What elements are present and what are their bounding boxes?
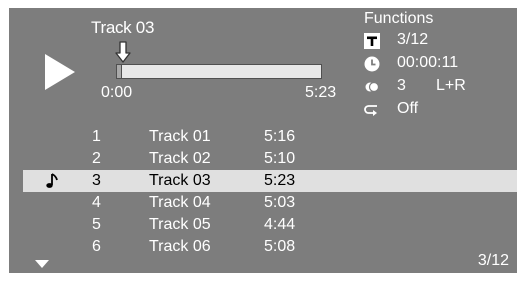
track-duration: 5:08 bbox=[264, 238, 296, 255]
audio-channel-value: L+R bbox=[436, 77, 466, 94]
functions-heading: Functions bbox=[364, 10, 434, 27]
track-number: 1 bbox=[92, 128, 101, 145]
track-number-icon bbox=[364, 33, 380, 49]
track-row[interactable]: 4 Track 04 5:03 bbox=[9, 192, 517, 214]
track-name: Track 03 bbox=[149, 172, 211, 189]
player-screen: Track 03 0:00 5:23 Functions 3/12 00:00:… bbox=[9, 8, 517, 273]
track-duration: 5:03 bbox=[264, 194, 296, 211]
track-row[interactable]: 5 Track 05 4:44 bbox=[9, 214, 517, 236]
track-number: 4 bbox=[92, 194, 101, 211]
time-value: 00:00:11 bbox=[397, 54, 459, 71]
track-row[interactable]: 3 Track 03 5:23 bbox=[23, 170, 517, 192]
track-row[interactable]: 6 Track 06 5:08 bbox=[9, 236, 517, 258]
track-number: 6 bbox=[92, 238, 101, 255]
track-duration: 5:23 bbox=[305, 84, 337, 101]
scroll-down-arrow-icon[interactable] bbox=[35, 260, 49, 268]
track-duration: 5:16 bbox=[264, 128, 296, 145]
audio-icon bbox=[365, 81, 380, 93]
track-duration: 5:10 bbox=[264, 150, 296, 167]
music-note-icon bbox=[46, 173, 58, 188]
page-indicator: 3/12 bbox=[477, 252, 509, 269]
elapsed-time: 0:00 bbox=[101, 84, 133, 101]
track-name: Track 06 bbox=[149, 238, 211, 255]
track-number: 3 bbox=[92, 172, 101, 189]
track-name: Track 05 bbox=[149, 216, 211, 233]
position-arrow-icon bbox=[115, 41, 131, 63]
track-name: Track 04 bbox=[149, 194, 211, 211]
progress-bar bbox=[116, 64, 322, 79]
progress-fill bbox=[117, 65, 123, 78]
track-number-value: 3/12 bbox=[397, 31, 429, 48]
track-name: Track 02 bbox=[149, 150, 211, 167]
track-duration: 5:23 bbox=[264, 172, 296, 189]
track-name: Track 01 bbox=[149, 128, 211, 145]
track-number: 2 bbox=[92, 150, 101, 167]
play-icon bbox=[45, 54, 75, 90]
repeat-icon bbox=[364, 105, 377, 116]
track-row[interactable]: 1 Track 01 5:16 bbox=[9, 126, 517, 148]
audio-track-value: 3 bbox=[397, 77, 406, 94]
track-duration: 4:44 bbox=[264, 216, 296, 233]
repeat-value: Off bbox=[397, 100, 419, 117]
clock-icon bbox=[364, 56, 380, 72]
now-playing-title: Track 03 bbox=[91, 18, 155, 37]
track-row[interactable]: 2 Track 02 5:10 bbox=[9, 148, 517, 170]
track-number: 5 bbox=[92, 216, 101, 233]
